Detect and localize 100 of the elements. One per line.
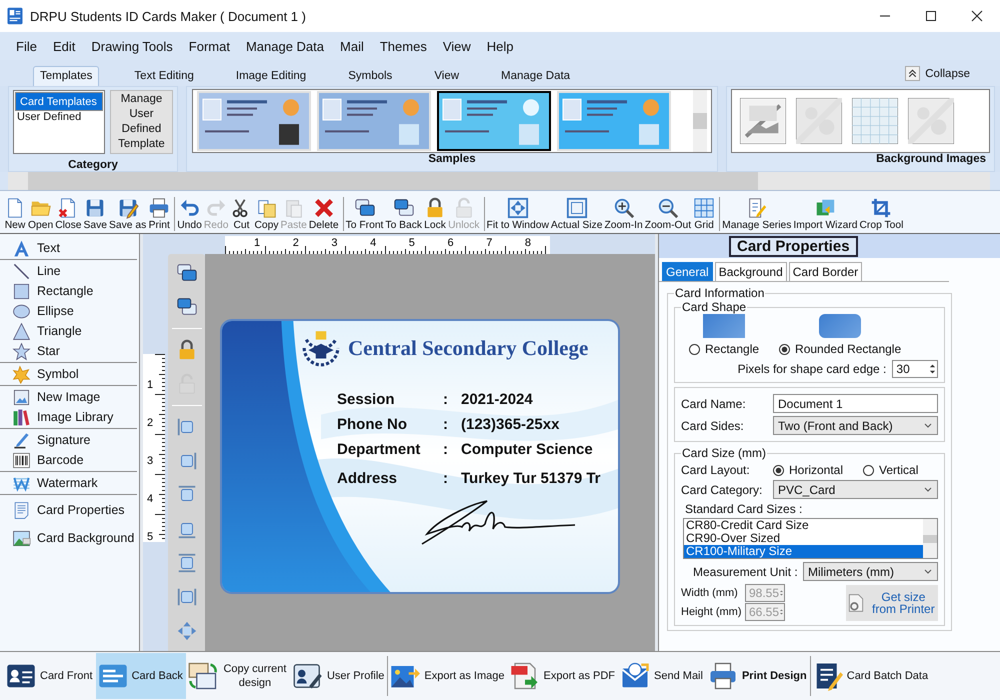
field-colon: : — [443, 470, 449, 487]
tool-item[interactable]: Barcode — [0, 450, 84, 470]
toolbar-button[interactable]: Fit to Window — [486, 197, 549, 231]
toolbar-button[interactable]: Import Wizard — [793, 197, 858, 231]
measurement-unit-dropdown[interactable]: Milimeters (mm) — [803, 562, 938, 581]
ruler-number: 4 — [370, 237, 376, 249]
toolbar-button[interactable]: To Back — [385, 197, 422, 231]
toolbar-button[interactable]: Undo — [177, 197, 202, 231]
menu-item[interactable]: Manage Data — [238, 38, 332, 54]
tool-item[interactable]: Star — [0, 341, 60, 361]
triangle-icon — [12, 322, 31, 340]
ribbon-tab[interactable]: Templates — [33, 66, 100, 86]
menu-item[interactable]: Format — [180, 38, 238, 54]
list-item[interactable]: CR90-Over Sized — [684, 532, 924, 545]
tool-item[interactable]: Card Background — [0, 524, 134, 552]
get-size-button[interactable]: Get size from Printer — [846, 584, 938, 620]
tool-item[interactable]: Ellipse — [0, 301, 74, 321]
radio-button[interactable]: Rounded Rectangle — [779, 342, 902, 356]
ruler-number: 2 — [292, 237, 299, 249]
rectangle-icon — [12, 282, 31, 300]
card-sides-dropdown[interactable]: Two (Front and Back) — [773, 416, 938, 435]
ribbon-tab[interactable]: Text Editing — [127, 66, 201, 86]
manage-template-button[interactable]: Manage User Defined Template — [110, 90, 173, 154]
bottom-bar-button[interactable]: Export as PDF — [508, 653, 618, 699]
field-label: Standard Card Sizes : — [684, 502, 804, 516]
undo-icon — [178, 197, 201, 219]
copy-icon — [256, 197, 278, 219]
field-value: 2021-2024 — [461, 391, 534, 408]
list-item[interactable]: CR80-Credit Card Size — [684, 519, 924, 532]
bottom-bar-button[interactable]: Print Design — [706, 653, 810, 699]
tool-item[interactable]: Line — [0, 261, 61, 281]
menu-item[interactable]: View — [434, 38, 479, 54]
bottom-bar-button[interactable]: Export as Image — [388, 653, 508, 699]
ruler-number: 5 — [408, 237, 415, 249]
toolbar-button[interactable]: Actual Size — [550, 197, 602, 231]
tool-item[interactable]: Watermark — [0, 473, 98, 493]
bring-front-icon — [176, 262, 198, 284]
list-item[interactable]: User Defined — [15, 111, 103, 123]
menu-item[interactable]: Mail — [332, 38, 372, 54]
menu-item[interactable]: Edit — [44, 38, 84, 54]
field-colon: : — [443, 441, 449, 458]
toolbar-button[interactable]: Save as — [109, 197, 146, 231]
properties-tab[interactable]: General — [662, 262, 713, 281]
tool-item[interactable]: New Image — [0, 387, 100, 407]
radio-button[interactable]: Rectangle — [689, 342, 760, 356]
toolbar-button[interactable]: Zoom-In — [604, 197, 643, 231]
ribbon-tab[interactable]: Image Editing — [228, 66, 314, 86]
toolbar-button[interactable]: Print — [148, 197, 170, 231]
menu-item[interactable]: Drawing Tools — [83, 38, 181, 54]
radio-button[interactable]: Vertical — [863, 463, 918, 477]
tool-item[interactable]: Image Library — [0, 407, 114, 427]
toolbar-button[interactable]: Grid — [693, 197, 716, 231]
ribbon-tab[interactable]: View — [427, 66, 466, 86]
collapse-button[interactable]: Collapse — [905, 66, 970, 81]
toolbar-button[interactable]: Cut — [230, 197, 252, 231]
card-name-field[interactable]: Document 1 — [773, 394, 938, 413]
spin-field[interactable]: 30 — [892, 360, 938, 378]
scrollbar — [923, 519, 938, 558]
copy-cards-icon — [186, 661, 219, 691]
menu-item[interactable]: File — [8, 38, 45, 54]
tool-item[interactable]: Symbol — [0, 364, 79, 384]
tool-item[interactable]: Triangle — [0, 321, 82, 341]
zoom-out-icon — [656, 197, 679, 219]
chevron-down-icon — [923, 484, 934, 494]
toolbar-button[interactable]: Open — [28, 197, 54, 231]
properties-tab[interactable]: Card Border — [788, 262, 862, 281]
properties-tab[interactable]: Background — [714, 262, 787, 281]
toolbar-button[interactable]: Delete — [308, 197, 339, 231]
image-icon — [12, 388, 31, 406]
menu-item[interactable]: Help — [478, 38, 522, 54]
list-item[interactable]: Card Templates — [15, 92, 103, 111]
send-back-icon — [392, 197, 415, 219]
zoom-in-icon — [612, 197, 635, 219]
toolbar-button[interactable]: Zoom-Out — [644, 197, 692, 231]
toolbar-button[interactable]: Save — [84, 197, 108, 231]
field-label: Measurement Unit : — [692, 564, 799, 578]
profile-card-icon — [292, 661, 324, 691]
bottom-bar-button[interactable]: Card Front — [4, 653, 96, 699]
toolbar-button[interactable]: Copy — [254, 197, 279, 231]
ribbon-tab[interactable]: Manage Data — [494, 66, 578, 86]
toolbar-button[interactable]: Close — [55, 197, 82, 231]
toolbar-button[interactable]: Manage Series — [722, 197, 792, 231]
toolbar-button[interactable]: To Front — [346, 197, 384, 231]
bottom-bar-button[interactable]: Card Back — [96, 653, 186, 699]
bottom-bar-button[interactable]: User Profile — [290, 653, 388, 699]
tool-item[interactable]: Card Properties — [0, 496, 125, 524]
radio-button[interactable]: Horizontal — [773, 463, 844, 477]
ribbon-tab[interactable]: Symbols — [341, 66, 400, 86]
card-category-dropdown[interactable]: PVC_Card — [773, 480, 938, 499]
toolbar-button[interactable]: New — [4, 197, 26, 231]
menu-item[interactable]: Themes — [372, 38, 435, 54]
tool-item[interactable]: Rectangle — [0, 281, 94, 301]
bottom-bar-button[interactable]: Card Batch Data — [810, 653, 932, 699]
tool-item[interactable]: Signature — [0, 430, 91, 450]
list-item[interactable]: CR100-Military Size — [684, 545, 924, 558]
bottom-bar-button[interactable]: Copy current design — [186, 653, 291, 699]
tool-item[interactable]: Text — [0, 238, 60, 258]
toolbar-button[interactable]: Crop Tool — [860, 197, 904, 231]
toolbar-button[interactable]: Lock — [424, 197, 446, 231]
bottom-bar-button[interactable]: Send Mail — [618, 653, 706, 699]
